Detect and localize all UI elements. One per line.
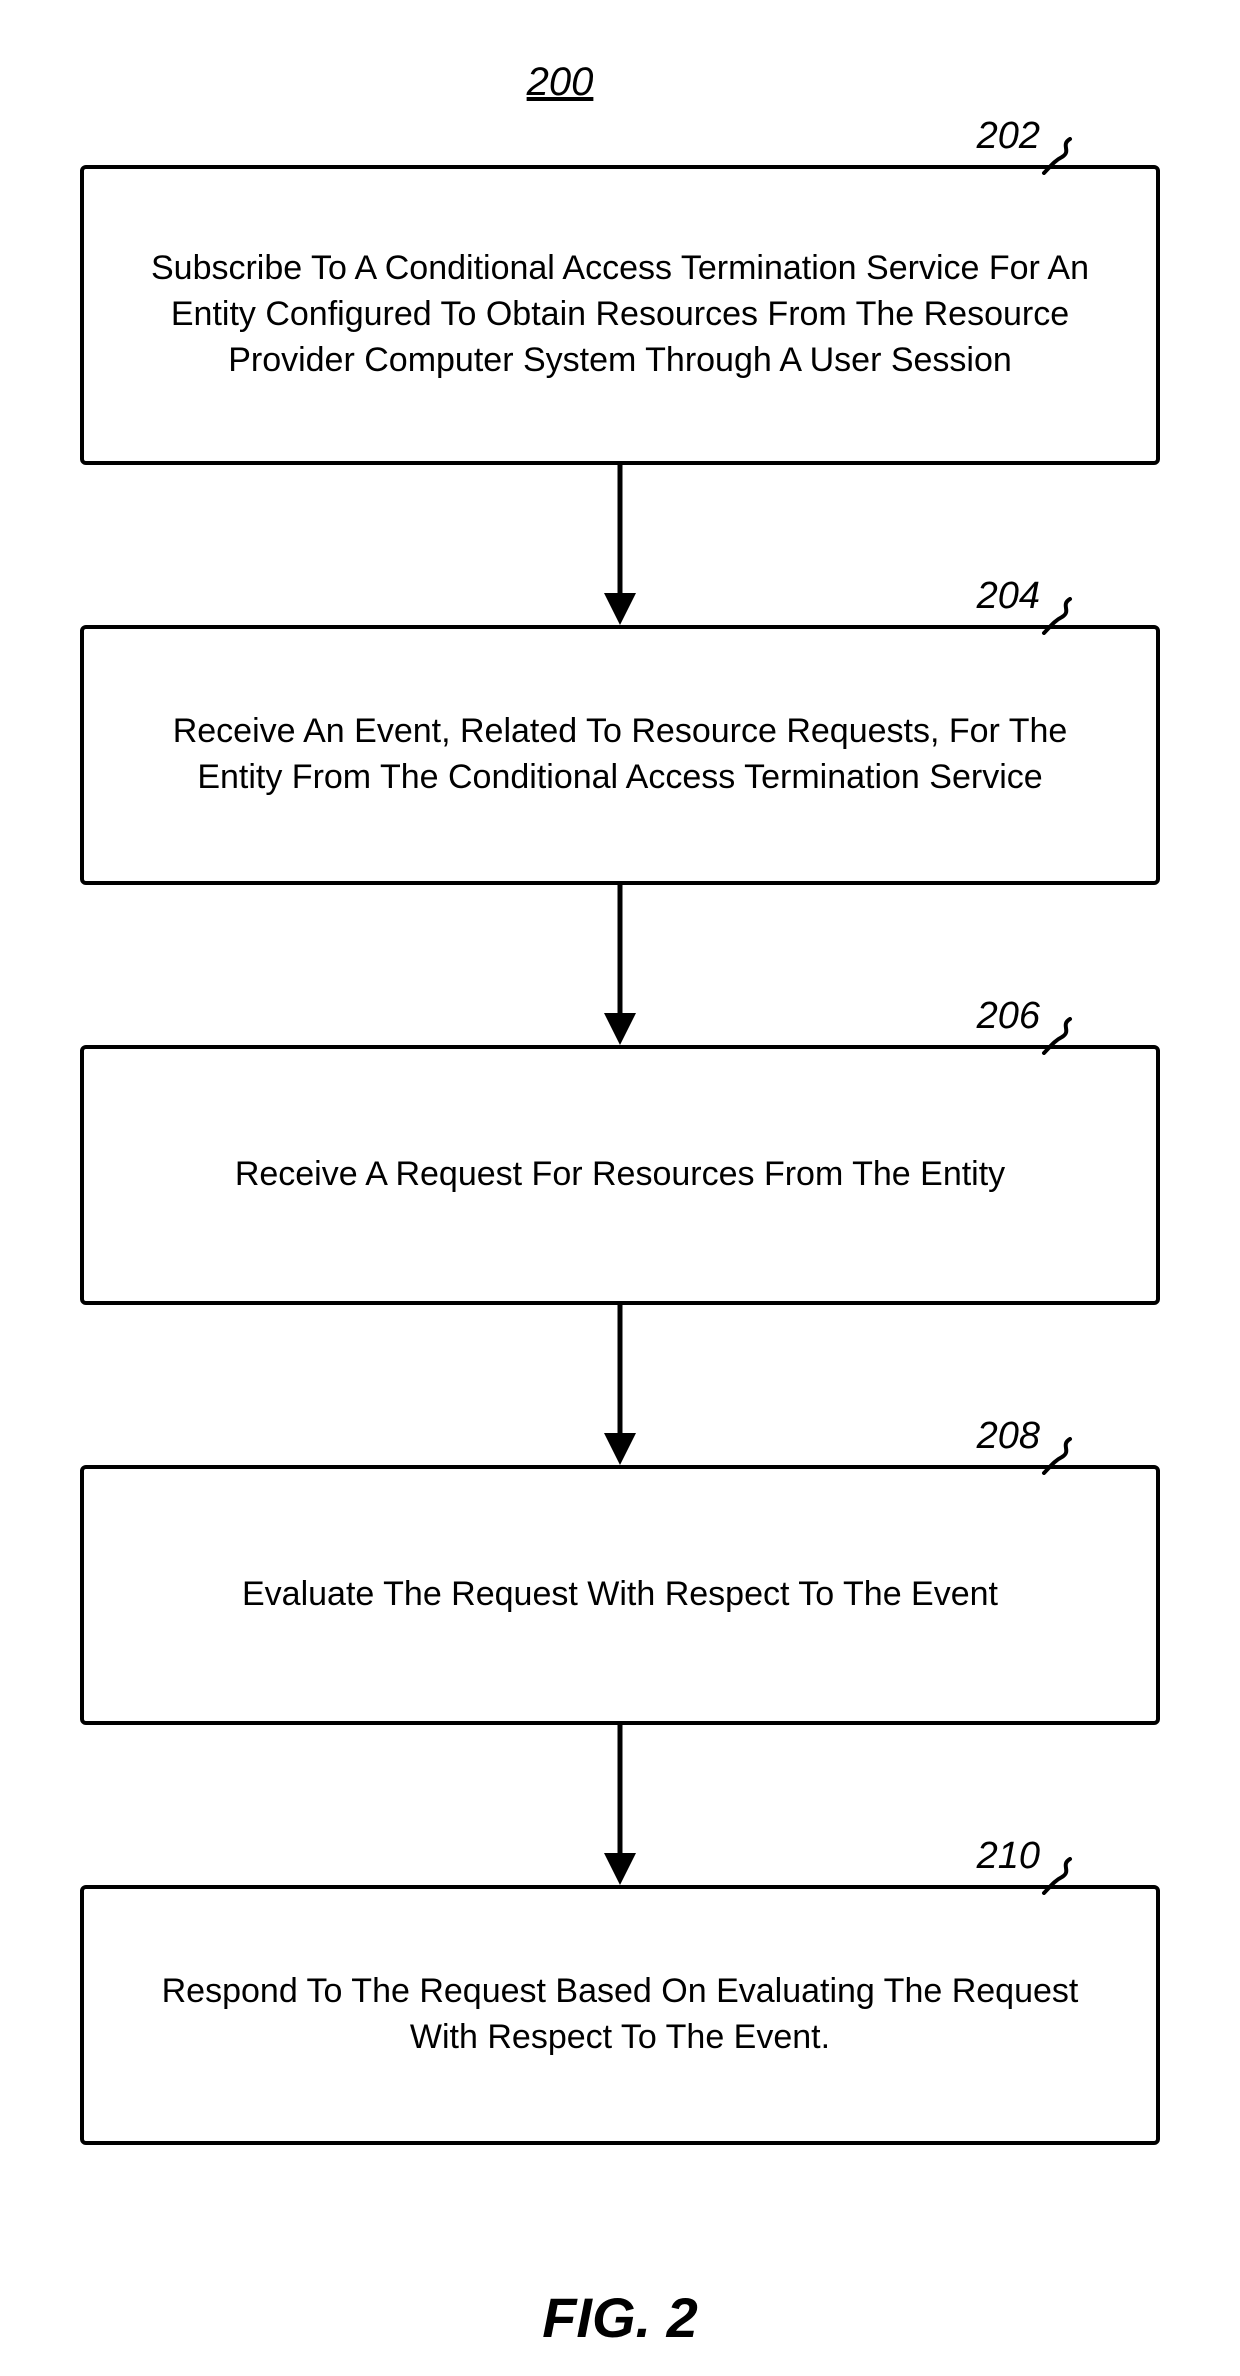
diagram-id: 200 [527, 60, 594, 105]
step-box: Evaluate The Request With Respect To The… [80, 1465, 1160, 1725]
step-ref-number: 204 [977, 575, 1040, 618]
step-ref-number: 206 [977, 995, 1040, 1038]
step-text: Evaluate The Request With Respect To The… [242, 1572, 998, 1618]
step-text: Respond To The Request Based On Evaluati… [134, 1969, 1106, 2061]
flow-step: 206 Receive A Request For Resources From… [80, 1045, 1160, 1305]
step-ref-number: 202 [977, 115, 1040, 158]
step-text: Receive A Request For Resources From The… [235, 1152, 1005, 1198]
arrow-down-icon [590, 1725, 650, 1885]
step-text: Receive An Event, Related To Resource Re… [134, 709, 1106, 801]
step-ref-number: 208 [977, 1415, 1040, 1458]
flow-step: 210 Respond To The Request Based On Eval… [80, 1885, 1160, 2145]
step-box: Subscribe To A Conditional Access Termin… [80, 165, 1160, 465]
arrow-down-icon [590, 885, 650, 1045]
flowchart-page: 200 202 Subscribe To A Conditional Acces… [0, 0, 1240, 2376]
step-box: Respond To The Request Based On Evaluati… [80, 1885, 1160, 2145]
step-text: Subscribe To A Conditional Access Termin… [134, 246, 1106, 384]
step-box: Receive A Request For Resources From The… [80, 1045, 1160, 1305]
flow-step: 204 Receive An Event, Related To Resourc… [80, 625, 1160, 885]
step-ref-number: 210 [977, 1835, 1040, 1878]
flow-step: 202 Subscribe To A Conditional Access Te… [80, 165, 1160, 465]
figure-caption: FIG. 2 [542, 2285, 698, 2350]
flow-step: 208 Evaluate The Request With Respect To… [80, 1465, 1160, 1725]
arrow-down-icon [590, 1305, 650, 1465]
arrow-down-icon [590, 465, 650, 625]
step-box: Receive An Event, Related To Resource Re… [80, 625, 1160, 885]
